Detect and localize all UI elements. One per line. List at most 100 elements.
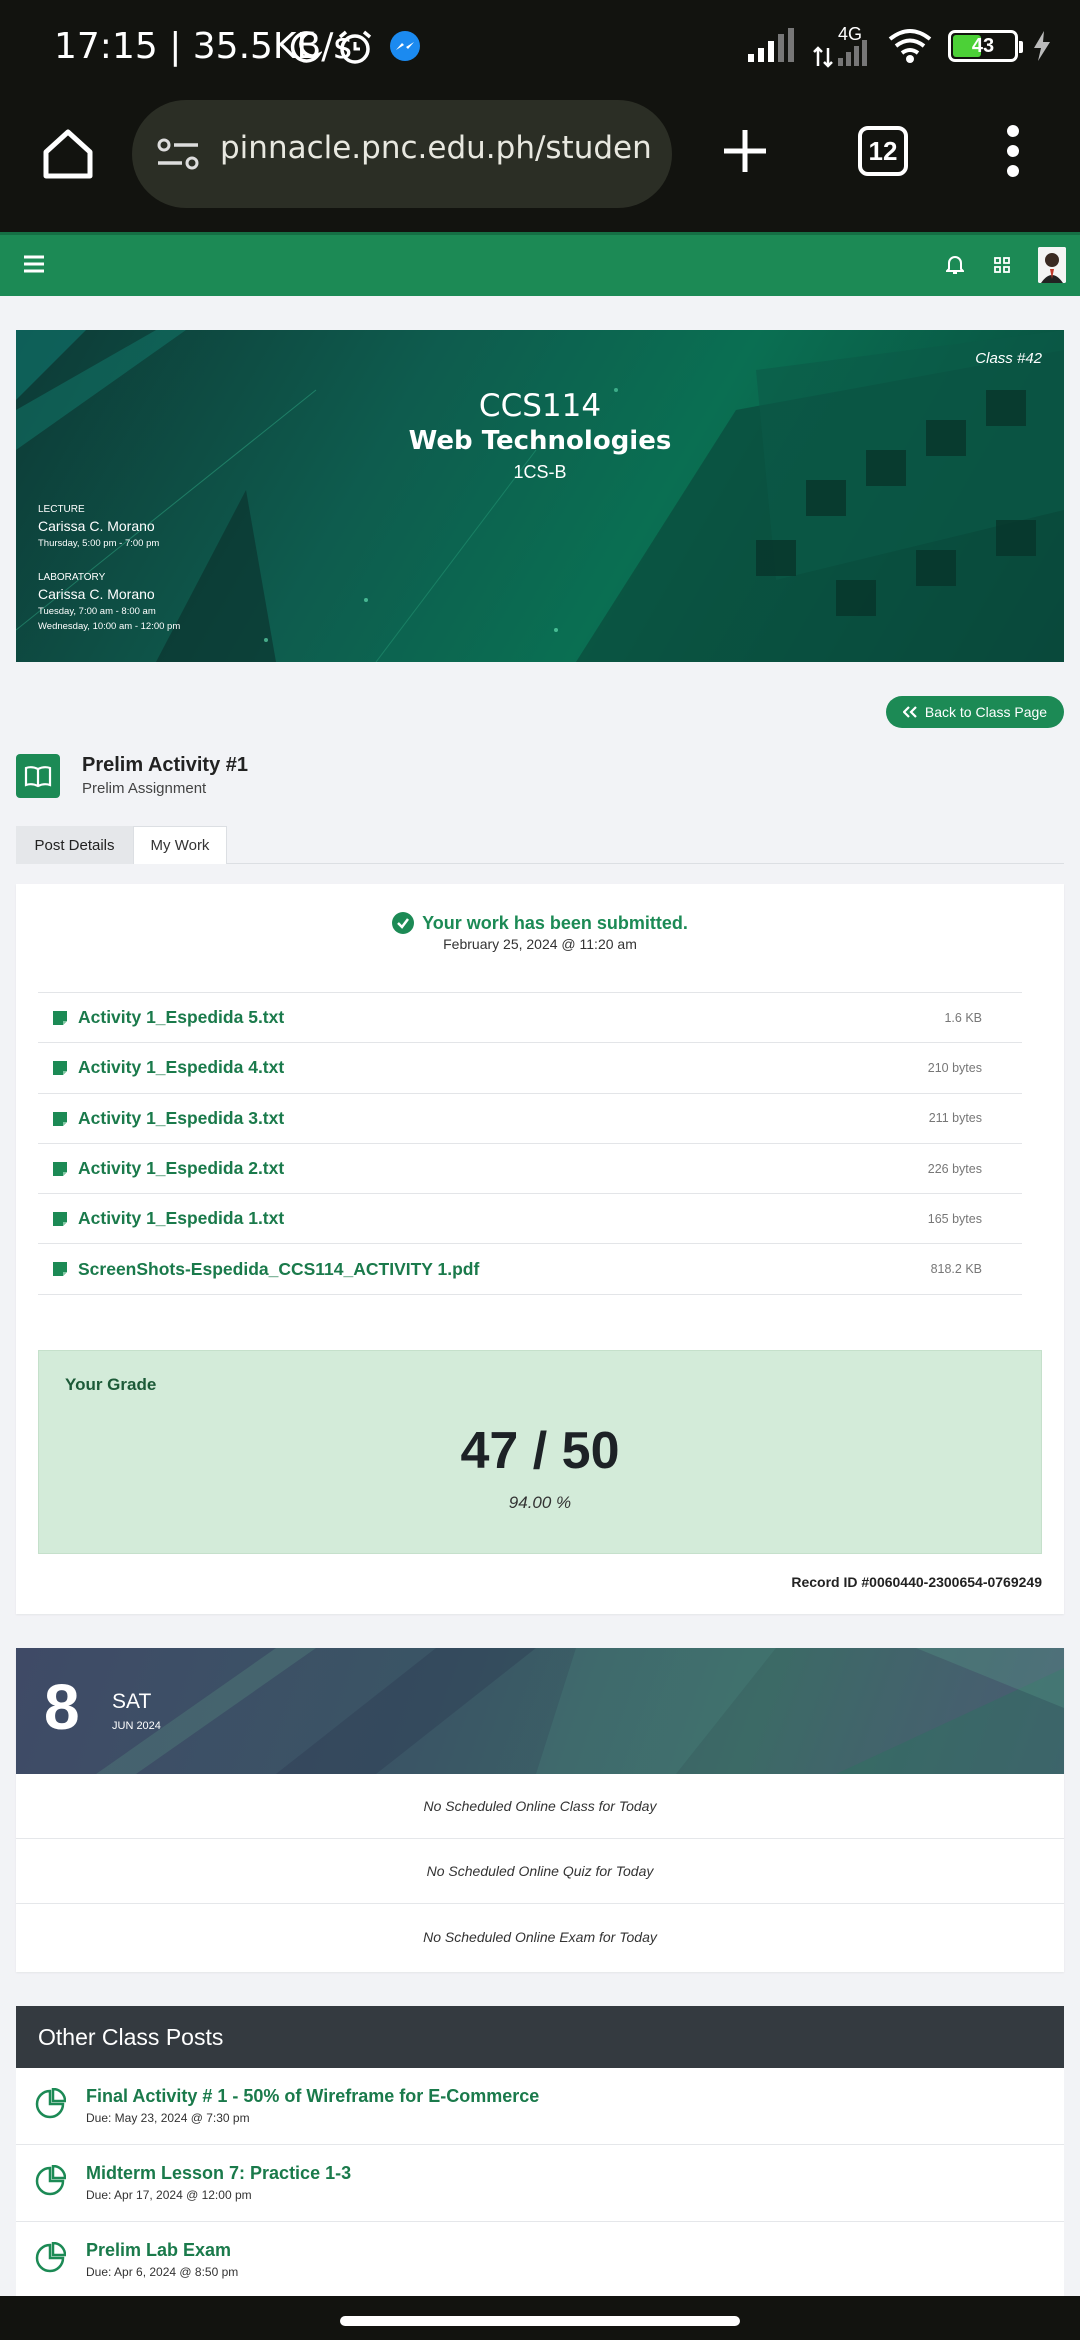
status-bar: 17:15 | 35.5KB/s 4G 43 [0, 0, 1080, 96]
post-title[interactable]: Midterm Lesson 7: Practice 1-3 [86, 2163, 351, 2184]
activity-subtitle: Prelim Assignment [82, 780, 207, 797]
file-name[interactable]: Activity 1_Espedida 3.txt [78, 1108, 284, 1129]
activity-title: Prelim Activity #1 [82, 754, 249, 776]
date-header-background [96, 1648, 1064, 1774]
class-number: Class #42 [975, 350, 1042, 367]
status-right-icons: 4G 43 [746, 24, 1052, 68]
post-tabs: Post Details My Work [16, 826, 1064, 864]
lecture-label: LECTURE [38, 504, 85, 515]
post-due-date: Due: Apr 17, 2024 @ 12:00 pm [86, 2188, 252, 2202]
check-circle-icon [392, 912, 415, 934]
course-code: CCS114 [478, 388, 602, 424]
date-month-year: JUN 2024 [112, 1720, 161, 1732]
signal-icon [748, 28, 794, 62]
file-size: 210 bytes [927, 1060, 982, 1075]
file-item[interactable]: Activity 1_Espedida 3.txt 211 bytes [38, 1094, 1022, 1144]
no-quiz-notice: No Scheduled Online Quiz for Today [16, 1839, 1064, 1904]
file-size: 818.2 KB [930, 1262, 982, 1277]
course-title: Web Technologies [408, 426, 672, 456]
tab-my-work[interactable]: My Work [133, 826, 227, 864]
signal-2-icon [813, 40, 867, 68]
home-gesture-handle[interactable] [340, 2316, 740, 2326]
lecture-info: LECTURE Carissa C. Morano Thursday, 5:00… [38, 504, 159, 549]
course-section: 1CS-B [513, 462, 567, 482]
book-icon [16, 754, 60, 798]
gesture-nav-bar [0, 2296, 1080, 2340]
double-chevron-left-icon [902, 706, 917, 718]
today-schedule-card: 8 SAT JUN 2024 No Scheduled Online Class… [16, 1648, 1064, 1972]
pie-chart-icon [35, 2088, 66, 2119]
post-title[interactable]: Final Activity # 1 - 50% of Wireframe fo… [86, 2086, 539, 2107]
file-item[interactable]: ScreenShots-Espedida_CCS114_ACTIVITY 1.p… [38, 1244, 1022, 1295]
submission-date: February 25, 2024 @ 11:20 am [443, 936, 637, 952]
charging-icon [1034, 31, 1050, 61]
file-item[interactable]: Activity 1_Espedida 1.txt 165 bytes [38, 1194, 1022, 1245]
file-size: 226 bytes [927, 1161, 982, 1176]
pie-chart-icon [35, 2165, 66, 2196]
post-due-date: Due: May 23, 2024 @ 7:30 pm [86, 2111, 250, 2125]
no-class-notice: No Scheduled Online Class for Today [16, 1774, 1064, 1839]
date-day-number: 8 [44, 1671, 80, 1743]
tab-post-details[interactable]: Post Details [16, 826, 133, 864]
lab-teacher: Carissa C. Morano [38, 586, 155, 602]
home-icon[interactable] [40, 126, 96, 182]
browser-toolbar: pinnacle.pnc.edu.ph/student/pos 12 [0, 96, 1080, 232]
user-avatar[interactable] [1038, 247, 1066, 283]
site-header [0, 232, 1080, 296]
no-exam-notice: No Scheduled Online Exam for Today [423, 1928, 657, 1945]
file-name[interactable]: Activity 1_Espedida 5.txt [78, 1007, 284, 1028]
post-due-date: Due: Apr 6, 2024 @ 8:50 pm [86, 2265, 239, 2279]
file-icon [53, 1161, 67, 1176]
file-item[interactable]: Activity 1_Espedida 4.txt 210 bytes [38, 1043, 1022, 1094]
notification-bell-icon[interactable] [946, 255, 964, 275]
file-size: 1.6 KB [944, 1010, 982, 1025]
battery-indicator: 43 [948, 30, 1023, 62]
file-name[interactable]: Activity 1_Espedida 1.txt [78, 1208, 284, 1229]
back-to-class-button[interactable]: Back to Class Page [886, 696, 1064, 728]
laboratory-info: LABORATORY Carissa C. Morano Tuesday, 7:… [38, 572, 180, 632]
other-class-posts: Other Class Posts Final Activity # 1 - 5… [16, 2006, 1064, 2296]
apps-grid-icon[interactable] [994, 257, 1010, 273]
file-name[interactable]: Activity 1_Espedida 2.txt [78, 1158, 284, 1179]
tab-switcher-button[interactable]: 12 [858, 126, 908, 176]
file-icon [53, 1262, 67, 1277]
alarm-icon [338, 30, 372, 64]
url-bar[interactable]: pinnacle.pnc.edu.ph/student/pos [132, 100, 672, 208]
post-item[interactable]: Midterm Lesson 7: Practice 1-3 Due: Apr … [16, 2145, 1064, 2222]
post-title[interactable]: Prelim Lab Exam [86, 2240, 231, 2261]
url-text[interactable]: pinnacle.pnc.edu.ph/student/pos [220, 130, 650, 166]
lab-label: LABORATORY [38, 572, 106, 583]
file-item[interactable]: Activity 1_Espedida 5.txt 1.6 KB [38, 993, 1022, 1044]
submitted-files-list: Activity 1_Espedida 5.txt 1.6 KB Activit… [38, 992, 1022, 1295]
file-size: 211 bytes [928, 1111, 982, 1126]
post-item[interactable]: Final Activity # 1 - 50% of Wireframe fo… [16, 2068, 1064, 2145]
grade-box: Your Grade 47 / 50 94.00 % [38, 1350, 1042, 1554]
file-item[interactable]: Activity 1_Espedida 2.txt 226 bytes [38, 1144, 1022, 1195]
other-posts-header: Other Class Posts [16, 2006, 1064, 2068]
grade-percent: 94.00 % [508, 1493, 572, 1512]
site-settings-icon[interactable] [156, 136, 200, 172]
my-work-card: Your work has been submitted. February 2… [16, 884, 1064, 1614]
submission-status-text: Your work has been submitted. [422, 912, 688, 933]
battery-percent: 43 [971, 35, 995, 57]
pie-chart-icon [35, 2242, 66, 2273]
file-name[interactable]: ScreenShots-Espedida_CCS114_ACTIVITY 1.p… [78, 1259, 479, 1280]
file-size: 165 bytes [927, 1211, 982, 1226]
lab-schedule-1: Tuesday, 7:00 am - 8:00 am [38, 606, 156, 617]
grade-score: 47 / 50 [460, 1422, 620, 1480]
messenger-icon [390, 31, 420, 61]
back-button-label: Back to Class Page [924, 704, 1048, 720]
record-id: Record ID #0060440-2300654-0769249 [791, 1574, 1042, 1590]
moon-icon [290, 31, 322, 63]
new-tab-icon[interactable] [720, 126, 770, 176]
post-item[interactable]: Prelim Lab Exam Due: Apr 6, 2024 @ 8:50 … [16, 2222, 1064, 2296]
grade-label: Your Grade [65, 1375, 157, 1394]
lecture-schedule: Thursday, 5:00 pm - 7:00 pm [38, 538, 160, 549]
file-icon [53, 1212, 67, 1227]
lab-schedule-2: Wednesday, 10:00 am - 12:00 pm [38, 621, 181, 632]
file-name[interactable]: Activity 1_Espedida 4.txt [78, 1057, 284, 1078]
date-header: 8 SAT JUN 2024 [16, 1648, 1064, 1774]
more-menu-icon[interactable] [1006, 124, 1020, 178]
hamburger-menu-icon[interactable] [24, 255, 44, 273]
file-icon [53, 1111, 67, 1126]
